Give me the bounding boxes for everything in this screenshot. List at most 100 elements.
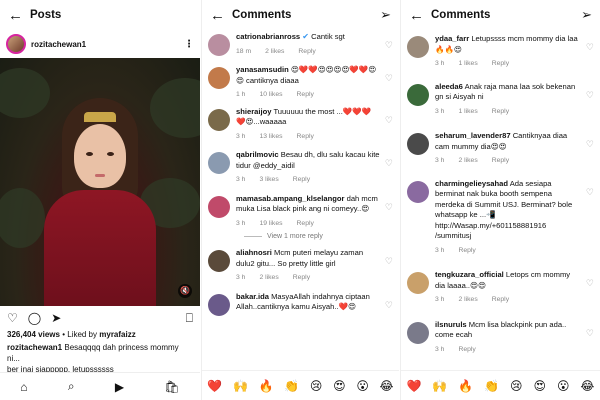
reply-button[interactable]: Reply bbox=[297, 219, 314, 230]
emoji-reaction-button[interactable]: 👏 bbox=[484, 379, 499, 393]
shop-icon[interactable]: 🛍 bbox=[165, 380, 180, 394]
avatar[interactable] bbox=[407, 272, 429, 294]
send-icon[interactable]: ➢ bbox=[581, 7, 592, 23]
more-options-icon[interactable]: ⋮ bbox=[184, 39, 194, 50]
reply-button[interactable]: Reply bbox=[298, 47, 315, 58]
send-icon[interactable]: ➢ bbox=[380, 7, 391, 23]
comment-likes[interactable]: 1 likes bbox=[458, 107, 477, 118]
reply-button[interactable]: Reply bbox=[458, 246, 475, 257]
post-photo[interactable]: 🔇 bbox=[0, 58, 200, 306]
reply-button[interactable]: Reply bbox=[293, 273, 310, 284]
comment-likes[interactable]: 2 likes bbox=[458, 295, 477, 306]
heart-icon[interactable]: ♡ bbox=[586, 278, 594, 289]
heart-icon[interactable]: ♡ bbox=[385, 256, 393, 267]
avatar[interactable] bbox=[6, 34, 26, 54]
avatar[interactable] bbox=[208, 293, 230, 316]
avatar[interactable] bbox=[208, 34, 230, 56]
bookmark-icon[interactable]: ⎕ bbox=[186, 311, 193, 326]
heart-icon[interactable]: ♡ bbox=[586, 328, 594, 339]
emoji-reaction-button[interactable]: 😍 bbox=[333, 379, 346, 393]
comment-likes[interactable]: 3 likes bbox=[259, 175, 278, 186]
reply-button[interactable]: Reply bbox=[492, 156, 509, 167]
comment-username[interactable]: aliahnosri bbox=[236, 248, 272, 257]
emoji-reaction-button[interactable]: 🙌 bbox=[432, 379, 447, 393]
comment-likes[interactable]: 1 likes bbox=[458, 59, 477, 70]
emoji-reaction-button[interactable]: 👏 bbox=[284, 379, 299, 393]
avatar[interactable] bbox=[208, 250, 230, 272]
comment-username[interactable]: mamasab.ampang_klselangor bbox=[236, 194, 344, 203]
comment-username[interactable]: shieraijoy bbox=[236, 107, 271, 116]
reply-button[interactable]: Reply bbox=[458, 345, 475, 356]
emoji-reaction-button[interactable]: 😍 bbox=[533, 379, 546, 393]
heart-icon[interactable]: ♡ bbox=[385, 300, 393, 311]
heart-icon[interactable]: ♡ bbox=[586, 42, 594, 53]
reply-button[interactable]: Reply bbox=[492, 295, 509, 306]
heart-icon[interactable]: ♡ bbox=[385, 115, 393, 126]
reply-button[interactable]: Reply bbox=[492, 107, 509, 118]
emoji-reaction-button[interactable]: 😮 bbox=[356, 379, 369, 393]
comment-icon[interactable]: ◯ bbox=[28, 311, 41, 325]
share-icon[interactable]: ➤ bbox=[51, 311, 61, 325]
back-arrow-icon[interactable]: ← bbox=[409, 7, 431, 24]
emoji-reaction-button[interactable]: ❤️ bbox=[207, 379, 222, 393]
comment-meta: 3 h Reply bbox=[435, 246, 582, 257]
reply-button[interactable]: Reply bbox=[293, 175, 310, 186]
avatar[interactable] bbox=[407, 321, 429, 344]
comment-likes[interactable]: 19 likes bbox=[259, 219, 282, 230]
comment-username[interactable]: tengkuzara_official bbox=[435, 270, 504, 279]
avatar[interactable] bbox=[407, 36, 429, 58]
home-icon[interactable]: ⌂ bbox=[20, 380, 27, 394]
emoji-reaction-button[interactable]: 😂 bbox=[380, 379, 394, 393]
avatar[interactable] bbox=[208, 152, 230, 174]
avatar[interactable] bbox=[208, 108, 230, 131]
emoji-reaction-button[interactable]: 🔥 bbox=[458, 379, 473, 393]
avatar[interactable] bbox=[208, 67, 230, 89]
comment-likes[interactable]: 10 likes bbox=[259, 90, 282, 101]
emoji-reaction-button[interactable]: 🙌 bbox=[233, 379, 248, 393]
view-more-label[interactable]: View 1 more reply bbox=[267, 233, 323, 240]
reply-button[interactable]: Reply bbox=[297, 132, 314, 143]
emoji-reaction-button[interactable]: 😢 bbox=[310, 379, 323, 393]
reels-icon[interactable]: ▶ bbox=[115, 380, 124, 394]
emoji-reaction-button[interactable]: 🔥 bbox=[259, 379, 274, 393]
comment-item: tengkuzara_official Letops cm mommy dia … bbox=[407, 270, 596, 306]
comment-username[interactable]: ydaa_farr bbox=[435, 34, 469, 43]
back-arrow-icon[interactable]: ← bbox=[8, 7, 30, 24]
heart-icon[interactable]: ♡ bbox=[586, 187, 594, 198]
comment-username[interactable]: aleeda6 bbox=[435, 82, 463, 91]
reply-button[interactable]: Reply bbox=[492, 59, 509, 70]
back-arrow-icon[interactable]: ← bbox=[210, 7, 232, 24]
heart-icon[interactable]: ♡ bbox=[385, 202, 393, 213]
heart-icon[interactable]: ♡ bbox=[385, 40, 393, 51]
comment-likes[interactable]: 2 likes bbox=[259, 273, 278, 284]
comment-username[interactable]: seharum_lavender87 bbox=[435, 131, 511, 140]
comment-username[interactable]: charmingelieysahad bbox=[435, 179, 508, 188]
comment-username[interactable]: qabrilmovic bbox=[236, 150, 279, 159]
comment-likes[interactable]: 13 likes bbox=[259, 132, 282, 143]
heart-icon[interactable]: ♡ bbox=[385, 73, 393, 84]
heart-icon[interactable]: ♡ bbox=[586, 139, 594, 150]
avatar[interactable] bbox=[407, 180, 429, 203]
comment-username[interactable]: catrionabrianross bbox=[236, 32, 300, 41]
avatar[interactable] bbox=[208, 195, 230, 218]
comment-likes[interactable]: 2 likes bbox=[265, 47, 284, 58]
like-icon[interactable]: ♡ bbox=[7, 311, 18, 325]
heart-icon[interactable]: ♡ bbox=[385, 158, 393, 169]
avatar[interactable] bbox=[407, 133, 429, 155]
reply-button[interactable]: Reply bbox=[297, 90, 314, 101]
emoji-reaction-button[interactable]: ❤️ bbox=[406, 379, 421, 393]
comment-username[interactable]: bakar.ida bbox=[236, 292, 269, 301]
emoji-reaction-button[interactable]: 😢 bbox=[510, 379, 523, 393]
emoji-reaction-button[interactable]: 😮 bbox=[557, 379, 570, 393]
post-username[interactable]: rozitachewan1 bbox=[31, 40, 184, 49]
search-icon[interactable]: ⌕ bbox=[68, 379, 75, 394]
avatar[interactable] bbox=[407, 83, 429, 106]
views-count[interactable]: 326,404 views • Liked by myrafaizz bbox=[0, 330, 200, 339]
comment-username[interactable]: yanasamsudin bbox=[236, 65, 289, 74]
emoji-reaction-button[interactable]: 😂 bbox=[580, 379, 594, 393]
comment-likes[interactable]: 2 likes bbox=[458, 156, 477, 167]
mute-icon[interactable]: 🔇 bbox=[178, 284, 192, 298]
comment-username[interactable]: ilsnuruls bbox=[435, 320, 467, 329]
view-more-replies[interactable]: View 1 more reply bbox=[244, 233, 395, 240]
heart-icon[interactable]: ♡ bbox=[586, 90, 594, 101]
